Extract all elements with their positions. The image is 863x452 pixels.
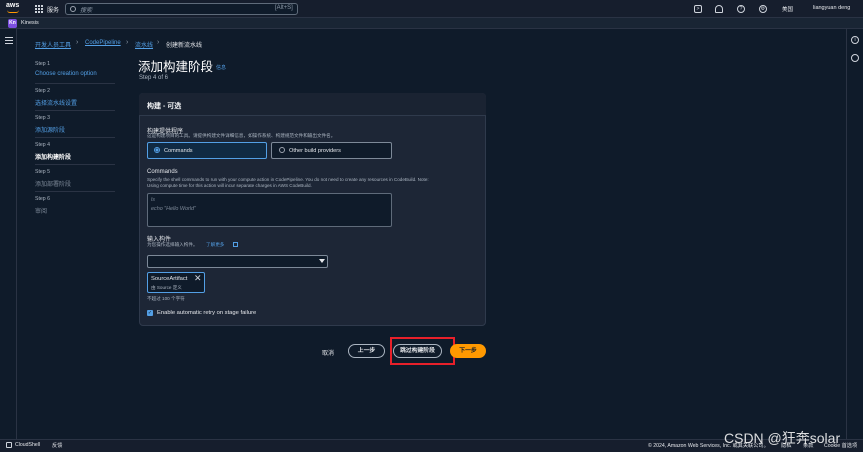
search-placeholder: 搜索 [80,8,93,14]
other-providers-option-label: Other build providers [289,148,341,154]
services-grid-icon[interactable] [35,5,43,13]
token-name: SourceArtifact [151,276,188,282]
account-menu[interactable]: liangyuan deng [813,5,850,11]
step-6-number: Step 6 [35,196,50,202]
commands-placeholder-line1: ls [151,197,155,203]
step-indicator: Step 4 of 6 [139,75,169,81]
divider [35,137,115,138]
kinesis-service-icon[interactable]: Kn [8,19,17,28]
step-5-number: Step 5 [35,169,50,175]
token-subtitle: 由 Source 定义 [151,285,182,290]
service-favorites-bar [0,18,863,29]
history-clock-icon[interactable] [851,54,859,62]
cancel-button[interactable]: 取消 [322,348,334,357]
region-selector[interactable]: 美国 [782,5,793,13]
divider [35,110,115,111]
divider [35,191,115,192]
learn-more-link[interactable]: 了解更多 [206,242,224,248]
highlight-box [390,337,455,365]
cloudshell-link[interactable]: CloudShell [15,442,40,448]
commands-placeholder-line2: echo "Hello World" [151,206,196,212]
build-provider-description: 这是构建项目的工具。请提供构建文件详细信息，如操作系统、构建规范文件和输出文件名… [147,133,336,138]
search-shortcut: [Alt+S] [275,5,293,11]
kinesis-service-link[interactable]: Kinesis [21,20,39,26]
divider [35,164,115,165]
cloudshell-footer-icon[interactable] [6,442,12,448]
chevron-right-icon: › [76,39,79,46]
help-icon[interactable]: ? [737,5,745,13]
breadcrumb-codepipeline[interactable]: CodePipeline [85,40,121,46]
hamburger-menu-icon[interactable] [5,37,13,46]
retry-checkbox-label: Enable automatic retry on stage failure [157,310,257,316]
step-3-number: Step 3 [35,115,50,121]
input-artifacts-description: 为您操作选择输入构件。 [147,242,198,247]
chevron-right-icon: › [126,39,129,46]
commands-description-line2: Using compute time for this action will … [147,183,312,188]
retry-checkbox[interactable]: ✓ [147,310,153,316]
card-header [139,93,486,116]
step-5-label: 添加部署阶段 [35,182,72,188]
step-3-link[interactable]: 添加源阶段 [35,125,65,134]
aws-logo-smile [7,10,19,13]
remove-token-close-icon[interactable]: ✕ [194,274,202,283]
notifications-bell-icon[interactable] [715,5,723,13]
info-panel-icon[interactable]: i [851,36,859,44]
cloudshell-icon[interactable]: > [694,5,702,13]
commands-option-label: Commands [164,148,193,154]
input-artifacts-select[interactable] [147,255,328,268]
step-4-number: Step 4 [35,142,50,148]
step-1-link[interactable]: Choose creation option [35,71,97,77]
card-title: 构建 - 可选 [147,103,182,110]
breadcrumb-pipelines[interactable]: 流水线 [135,40,153,49]
watermark: CSDN @狂奔solar [724,430,841,446]
feedback-link[interactable]: 反馈 [52,442,62,449]
divider [35,83,115,84]
commands-label: Commands [147,169,178,175]
breadcrumb-developer-tools[interactable]: 开发人员工具 [35,40,71,49]
commands-radio[interactable] [154,147,160,153]
search-icon [70,6,76,12]
left-rail [0,29,17,439]
info-link[interactable]: 信息 [216,64,226,71]
search-input[interactable] [65,3,298,15]
step-2-number: Step 2 [35,88,50,94]
caret-down-icon [319,259,325,263]
breadcrumb-create-pipeline: 创建新流水线 [166,43,203,49]
step-6-label: 审阅 [35,209,48,215]
step-1-number: Step 1 [35,61,50,67]
services-menu[interactable]: 服务 [47,5,59,14]
step-2-link[interactable]: 选择流水线设置 [35,98,77,107]
previous-button[interactable]: 上一步 [348,344,385,358]
right-rail [846,29,863,439]
aws-logo[interactable]: aws [6,2,19,9]
next-button[interactable]: 下一步 [450,344,486,358]
settings-gear-icon[interactable]: ⚙ [759,5,767,13]
artifact-limit-note: 不超过 100 个字符 [147,296,185,301]
chevron-right-icon: › [157,39,160,46]
external-link-icon [233,242,238,247]
page-title: 添加构建阶段 [138,60,214,74]
other-providers-radio[interactable] [279,147,285,153]
step-4-current: 添加构建阶段 [35,155,72,161]
